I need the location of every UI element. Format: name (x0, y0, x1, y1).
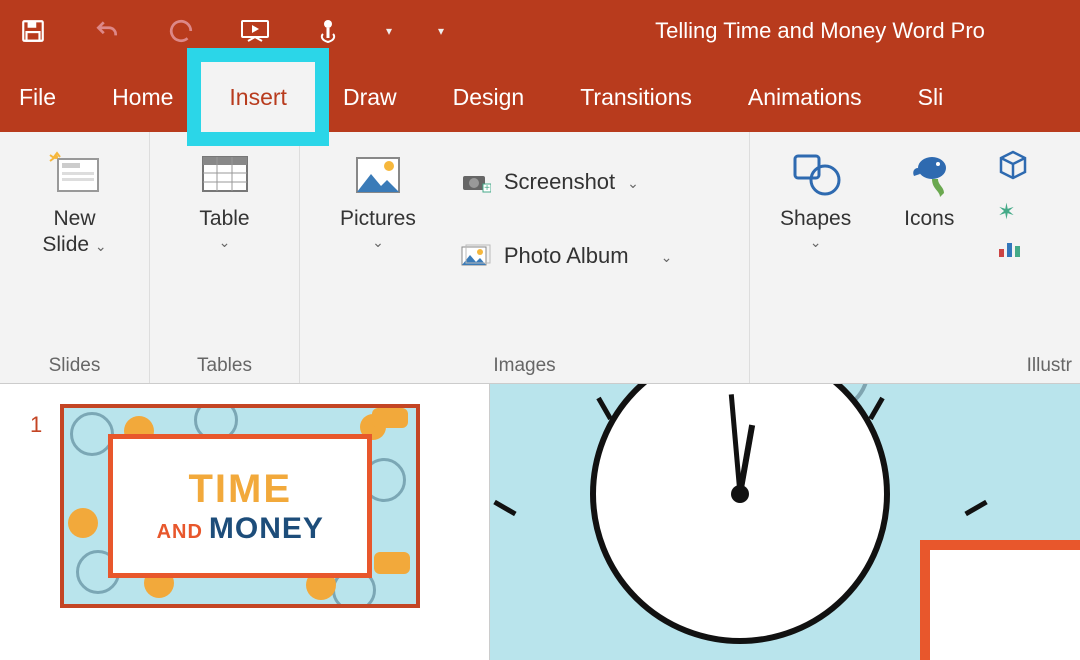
tab-design[interactable]: Design (425, 62, 553, 132)
workspace: 1 TIME AND MONEY (0, 384, 1080, 660)
thumb-text-and: AND (157, 521, 203, 544)
photo-album-label: Photo Album (504, 243, 629, 269)
pictures-button[interactable]: Pictures ⌄ (330, 144, 426, 255)
slide-thumbnail-1[interactable]: TIME AND MONEY (60, 404, 420, 608)
table-icon (197, 148, 253, 200)
thumbnail-title-box: TIME AND MONEY (108, 434, 372, 578)
group-label-slides: Slides (0, 355, 149, 377)
table-button[interactable]: Table ⌄ (187, 144, 263, 255)
new-slide-label: New Slide ⌄ (42, 206, 106, 259)
star-icon[interactable]: ✶ (997, 199, 1029, 225)
chevron-down-icon: ⌄ (95, 238, 107, 254)
screenshot-label: Screenshot (504, 169, 615, 195)
ribbon-group-slides: New Slide ⌄ Slides (0, 132, 150, 383)
ribbon-group-tables: Table ⌄ Tables (150, 132, 300, 383)
quick-access-toolbar: ▾ ▾ (20, 17, 444, 45)
thumb-text-money: MONEY (209, 512, 324, 546)
tab-slideshow[interactable]: Sli (890, 62, 972, 132)
thumb-text-time: TIME (188, 467, 292, 512)
redo-icon[interactable] (168, 18, 194, 44)
cube-icon[interactable] (997, 150, 1029, 185)
chevron-down-icon: ⌄ (219, 234, 231, 251)
icons-icon (901, 148, 957, 200)
photo-album-button[interactable]: Photo Album ⌄ (456, 236, 676, 276)
title-bar: ▾ ▾ Telling Time and Money Word Pro (0, 0, 1080, 62)
tab-transitions[interactable]: Transitions (552, 62, 720, 132)
undo-icon[interactable] (92, 18, 122, 44)
chevron-down-icon: ⌄ (627, 175, 639, 192)
tab-draw[interactable]: Draw (315, 62, 425, 132)
new-slide-button[interactable]: New Slide ⌄ (32, 144, 116, 263)
slide-edit-area[interactable] (490, 384, 1080, 660)
thumbnail-row: 1 TIME AND MONEY (30, 404, 459, 608)
slide-number: 1 (30, 404, 42, 608)
chevron-down-icon[interactable]: ▾ (438, 24, 444, 38)
chart-small-icon[interactable] (997, 239, 1029, 264)
touch-mode-icon[interactable] (316, 18, 340, 44)
group-label-illustrations: Illustr (750, 355, 1080, 377)
screenshot-icon: + (460, 168, 492, 196)
group-label-tables: Tables (150, 355, 299, 377)
slide-thumbnails-panel: 1 TIME AND MONEY (0, 384, 490, 660)
shapes-label: Shapes (780, 206, 851, 232)
icons-button[interactable]: Icons (891, 144, 967, 264)
ribbon-group-images: Pictures ⌄ + Screenshot ⌄ Photo Album ⌄ (300, 132, 750, 383)
shapes-icon (788, 148, 844, 200)
ribbon-tabs: File Home Insert Draw Design Transitions… (0, 62, 1080, 132)
chevron-down-icon[interactable]: ▾ (386, 24, 392, 38)
ribbon: New Slide ⌄ Slides Table ⌄ Tables Pictur… (0, 132, 1080, 384)
tab-file[interactable]: File (15, 62, 84, 132)
document-title: Telling Time and Money Word Pro (580, 18, 1060, 44)
screenshot-button[interactable]: + Screenshot ⌄ (456, 162, 676, 202)
pictures-label: Pictures (340, 206, 416, 232)
icons-label: Icons (904, 206, 954, 232)
shapes-button[interactable]: Shapes ⌄ (770, 144, 861, 264)
chevron-down-icon: ⌄ (810, 234, 822, 251)
chevron-down-icon: ⌄ (661, 249, 673, 266)
pictures-icon (350, 148, 406, 200)
table-label: Table (199, 206, 249, 232)
clock-graphic (590, 384, 890, 644)
group-label-images: Images (300, 355, 749, 377)
new-slide-icon (47, 148, 103, 200)
ribbon-group-illustrations: Shapes ⌄ Icons ✶ Illustr (750, 132, 1080, 383)
tab-animations[interactable]: Animations (720, 62, 890, 132)
slide-content-frame (920, 540, 1080, 660)
tab-insert[interactable]: Insert (201, 62, 315, 132)
photo-album-icon (460, 242, 492, 270)
tab-home[interactable]: Home (84, 62, 201, 132)
svg-text:+: + (484, 183, 490, 194)
slideshow-icon[interactable] (240, 17, 270, 45)
save-icon[interactable] (20, 18, 46, 44)
chevron-down-icon: ⌄ (372, 234, 384, 251)
